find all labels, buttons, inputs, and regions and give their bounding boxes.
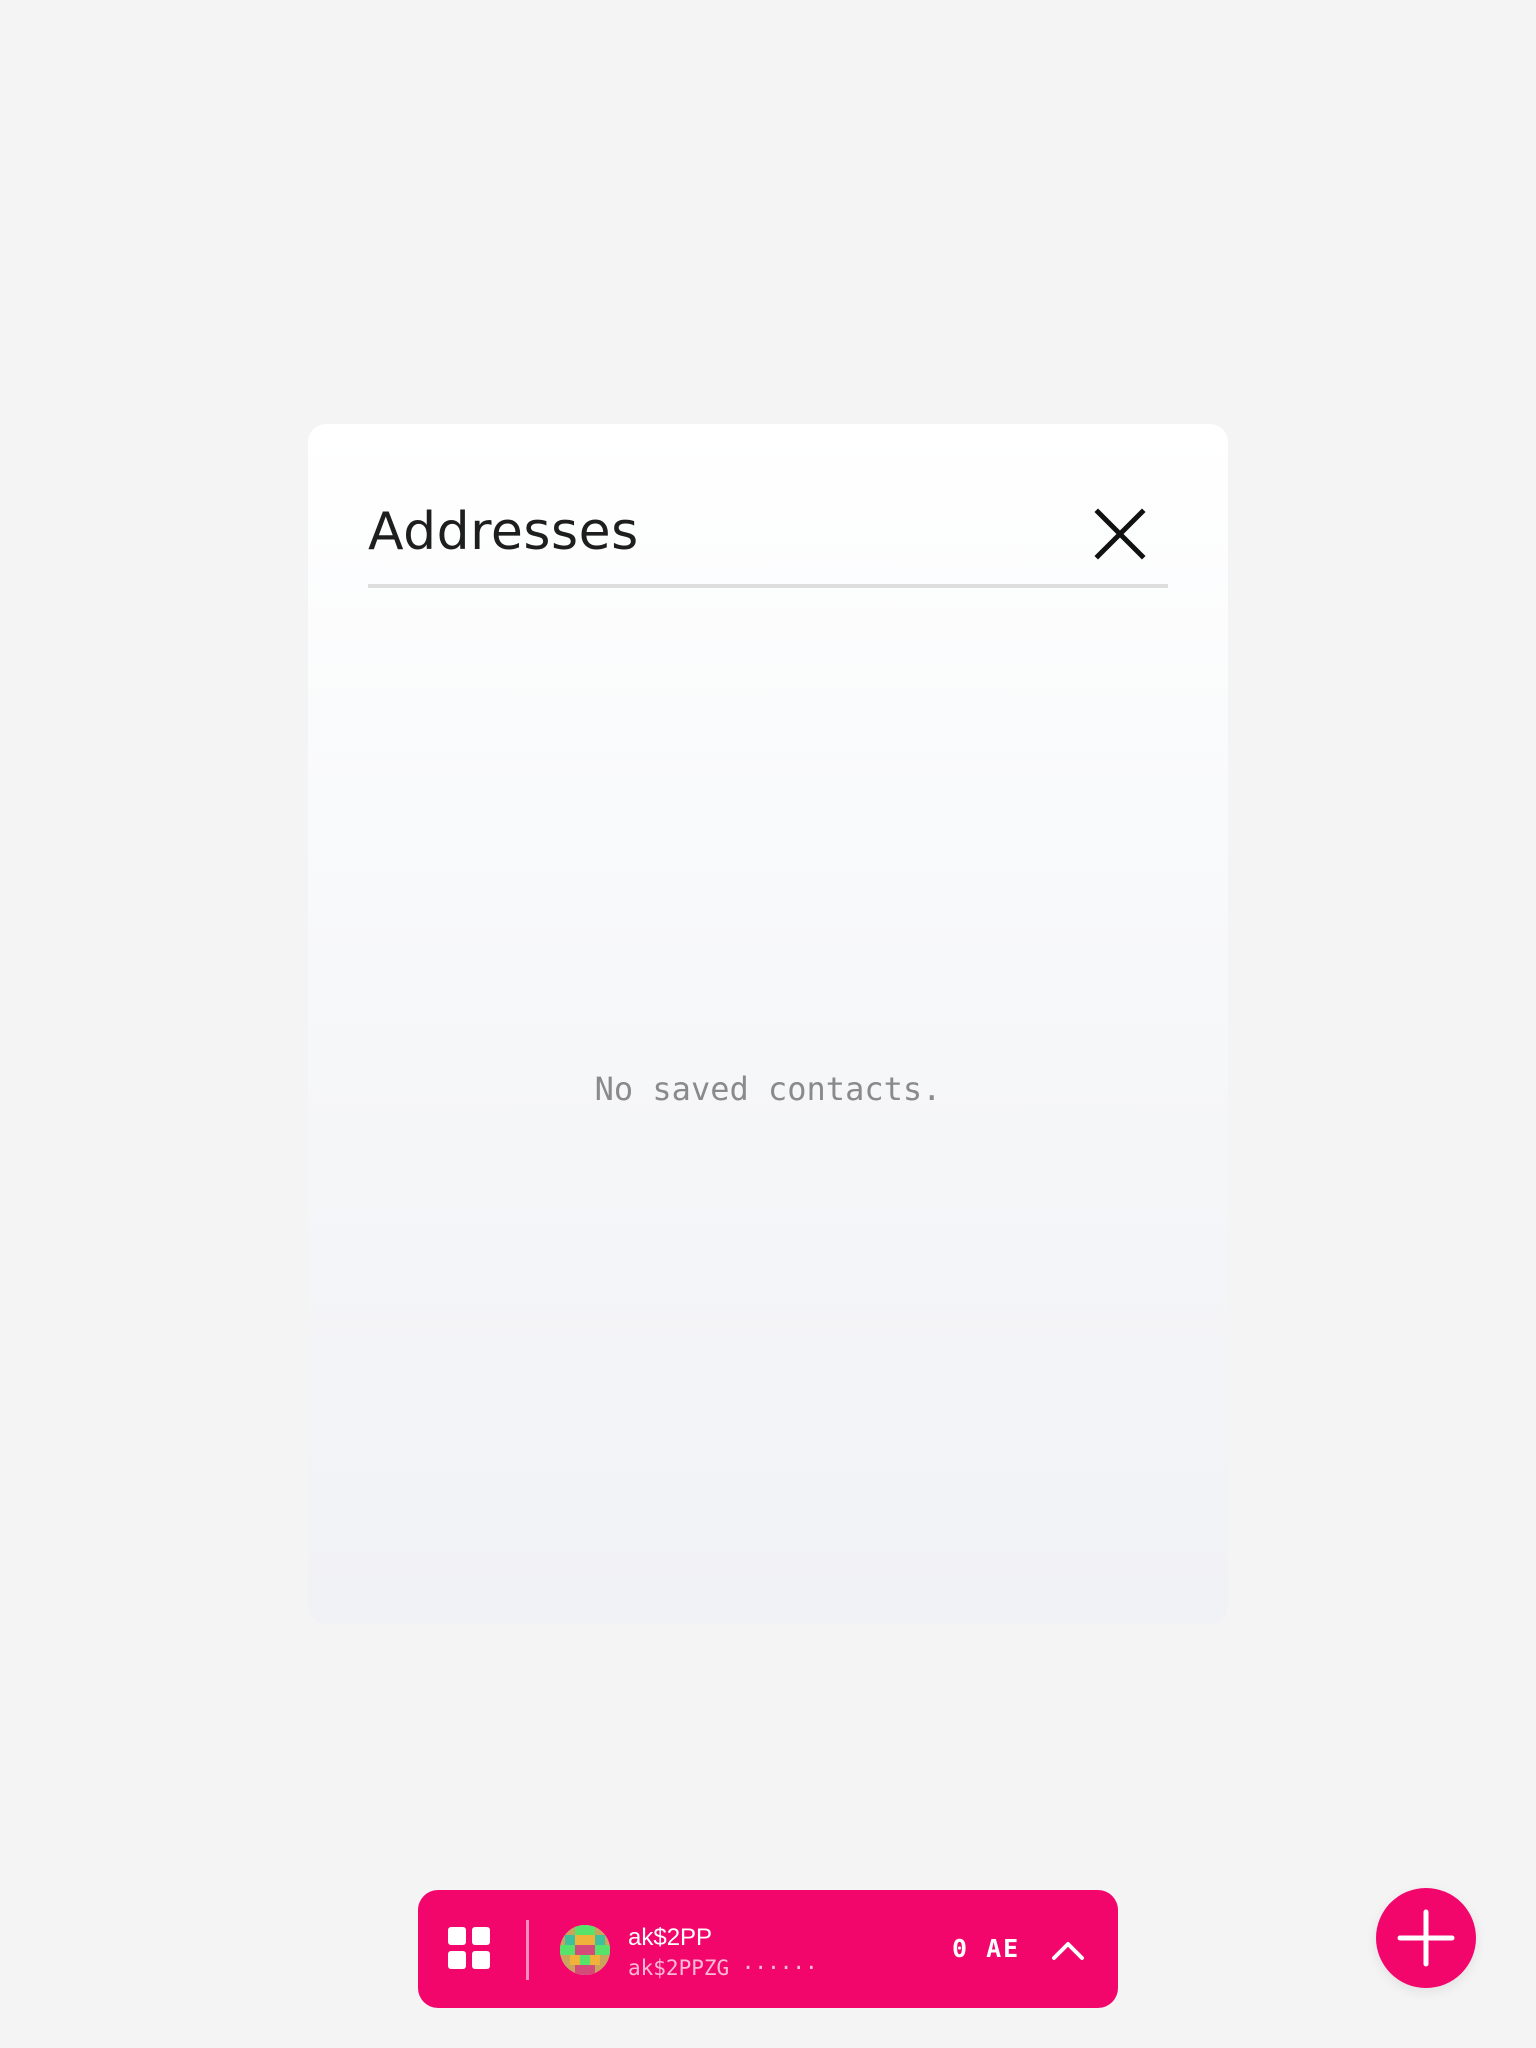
chevron-up-icon (1052, 1942, 1084, 1960)
modal-title: Addresses (368, 502, 639, 562)
account-balance: 0 AE (952, 1934, 1021, 1963)
plus-icon (1397, 1909, 1455, 1967)
close-icon (1094, 508, 1146, 560)
add-button[interactable] (1376, 1888, 1476, 1988)
bar-divider (526, 1920, 529, 1980)
close-button[interactable] (1092, 506, 1148, 562)
account-bar[interactable]: ak$2PP ak$2PPZG ······ 0 AE (418, 1890, 1118, 2008)
account-avatar (560, 1925, 610, 1975)
addresses-modal: Addresses No saved contacts. (308, 424, 1228, 1624)
modal-header: Addresses (368, 484, 1168, 588)
empty-contacts-message: No saved contacts. (594, 1070, 942, 1108)
identicon-avatar (560, 1925, 610, 1975)
account-name: ak$2PP (628, 1924, 713, 1951)
account-address: ak$2PPZG ······ (628, 1956, 818, 1980)
expand-account-button[interactable] (1048, 1930, 1088, 1970)
page: Addresses No saved contacts. ak$2PP ak$2… (0, 0, 1536, 2048)
apps-grid-button[interactable] (448, 1927, 492, 1971)
